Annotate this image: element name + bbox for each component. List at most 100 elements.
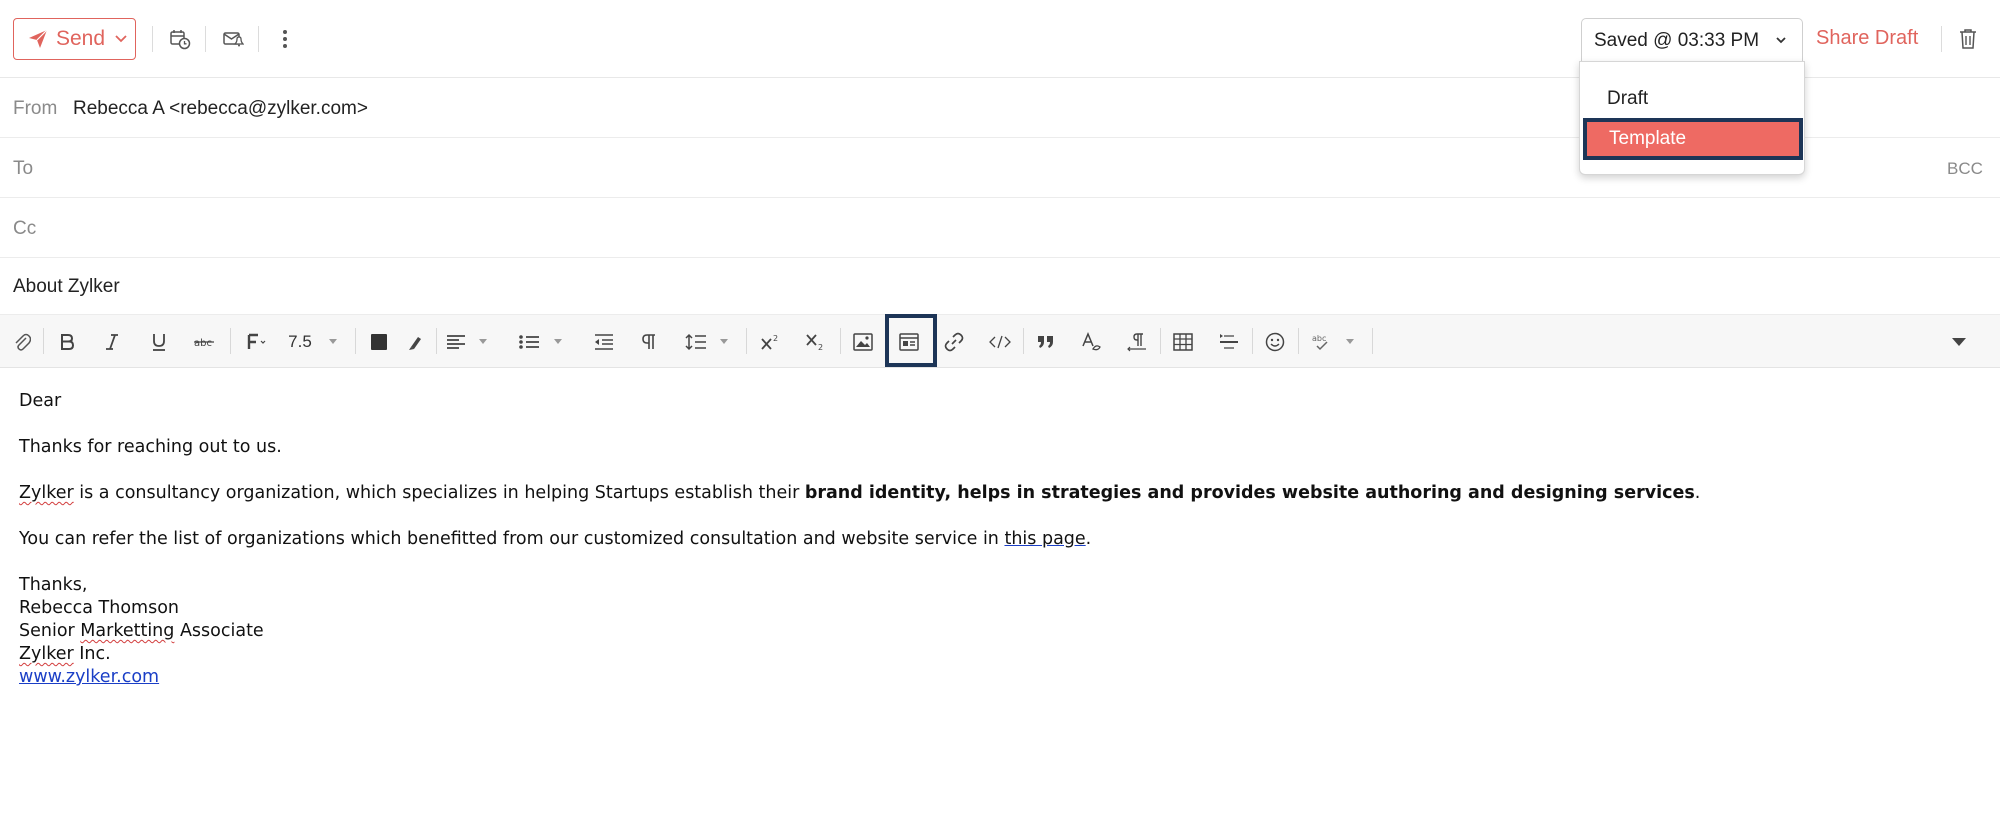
clear-formatting-icon[interactable] [1079, 328, 1105, 356]
format-toolbar: abc 7.5 2 2 abc [0, 315, 2000, 368]
send-icon [28, 29, 48, 49]
this-page-link[interactable]: this page [1004, 529, 1085, 549]
body-text: . [1694, 483, 1701, 503]
save-as-menu: Draft Template [1579, 61, 1805, 175]
chevron-down-icon [1346, 339, 1354, 344]
trash-icon[interactable] [1953, 24, 1983, 54]
toolbar-divider [1160, 328, 1161, 354]
font-family-icon[interactable] [243, 328, 269, 356]
paragraph-icon[interactable] [637, 328, 661, 356]
toolbar-divider [1941, 26, 1942, 52]
svg-text:2: 2 [773, 334, 778, 343]
insert-image-icon[interactable] [851, 328, 875, 356]
svg-text:2: 2 [818, 343, 823, 351]
signature-name: Rebecca Thomson [19, 598, 179, 618]
signature-website: www.zylker.com [19, 666, 1979, 689]
superscript-icon[interactable]: 2 [758, 328, 782, 356]
chevron-down-icon [554, 339, 562, 344]
toolbar-divider [258, 26, 259, 52]
underline-icon[interactable] [146, 328, 172, 356]
svg-text:abc: abc [1312, 334, 1326, 343]
signature-title: Senior Marketting Associate [19, 620, 1979, 643]
save-status-label: Saved @ 03:33 PM [1594, 30, 1760, 51]
subscript-icon[interactable]: 2 [803, 328, 827, 356]
menu-item-template[interactable]: Template [1583, 118, 1803, 160]
strikethrough-icon[interactable]: abc [190, 328, 218, 356]
spelling-flagged-word[interactable]: Zylker [19, 644, 74, 664]
attachment-icon[interactable] [9, 328, 35, 356]
from-field[interactable]: Rebecca A <rebecca@zylker.com> [73, 98, 368, 120]
toolbar-divider [746, 328, 747, 354]
toolbar-divider [840, 328, 841, 354]
cc-field[interactable]: Cc [0, 198, 2000, 258]
body-paragraph: Thanks for reaching out to us. [19, 437, 282, 457]
more-options-icon[interactable] [270, 24, 300, 54]
svg-text:abc: abc [194, 338, 212, 349]
emoji-icon[interactable] [1262, 328, 1288, 356]
spelling-flagged-word[interactable]: Zylker [19, 483, 74, 503]
align-left-icon[interactable] [443, 328, 469, 356]
line-spacing-icon[interactable] [683, 328, 709, 356]
menu-item-label: Draft [1607, 88, 1649, 109]
code-icon[interactable] [987, 328, 1013, 356]
send-label: Send [56, 27, 106, 50]
body-text: Senior [19, 621, 81, 641]
chevron-down-icon[interactable] [115, 35, 127, 43]
subject-text: About Zylker [13, 276, 120, 297]
blockquote-icon[interactable] [1034, 328, 1058, 356]
cc-label: Cc [13, 218, 37, 239]
follow-up-reminder-icon[interactable] [218, 24, 248, 54]
toolbar-divider [43, 328, 44, 354]
chevron-down-icon [1774, 33, 1788, 47]
chevron-down-icon [720, 339, 728, 344]
menu-item-label: Template [1609, 128, 1687, 149]
font-size-select[interactable]: 7.5 [285, 328, 315, 356]
insert-template-icon[interactable] [896, 328, 922, 356]
signature-company: Zylker Inc. [19, 643, 1979, 666]
toolbar-divider [205, 26, 206, 52]
toolbar-divider [1023, 328, 1024, 354]
greeting: Dear [19, 391, 62, 411]
toolbar-divider [1372, 328, 1373, 354]
menu-item-draft[interactable]: Draft [1580, 80, 1806, 118]
italic-icon[interactable] [99, 328, 125, 356]
to-label: To [13, 158, 34, 179]
website-link[interactable]: www.zylker.com [19, 667, 159, 687]
bold-icon[interactable] [54, 328, 80, 356]
body-text: Associate [174, 621, 264, 641]
body-text: . [1085, 529, 1092, 549]
body-paragraph: You can refer the list of organizations … [19, 528, 1979, 551]
highlight-color-icon[interactable] [404, 328, 428, 356]
subject-field[interactable]: About Zylker [0, 258, 2000, 315]
chevron-down-icon [329, 339, 337, 344]
decrease-indent-icon[interactable] [591, 328, 617, 356]
body-text: Inc. [73, 644, 111, 664]
insert-table-icon[interactable] [1170, 328, 1196, 356]
bold-text: brand identity, helps in strategies and … [804, 483, 1695, 503]
from-label: From [13, 98, 58, 119]
horizontal-line-icon[interactable] [1216, 328, 1242, 356]
body-text: is a consultancy organization, which spe… [73, 483, 805, 503]
share-draft-button[interactable]: Share Draft [1816, 27, 1918, 50]
toolbar-divider [436, 328, 437, 354]
toolbar-divider [1298, 328, 1299, 354]
send-button[interactable]: Send [13, 18, 136, 60]
chevron-down-icon [479, 339, 487, 344]
body-paragraph: Zylker is a consultancy organization, wh… [19, 482, 1979, 505]
toolbar-divider [1252, 328, 1253, 354]
toolbar-divider [230, 328, 231, 354]
body-text: You can refer the list of organizations … [19, 529, 1005, 549]
bcc-button[interactable]: BCC [1947, 159, 1983, 179]
expand-toolbar-icon[interactable] [1947, 328, 1971, 356]
sign-off: Thanks, [19, 575, 88, 595]
text-color-icon[interactable] [366, 328, 392, 356]
save-status-dropdown[interactable]: Saved @ 03:33 PM [1581, 18, 1803, 63]
text-direction-icon[interactable] [1124, 328, 1150, 356]
schedule-send-icon[interactable] [165, 24, 195, 54]
bullet-list-icon[interactable] [516, 328, 542, 356]
toolbar-divider [152, 26, 153, 52]
message-body-editor[interactable]: Dear Thanks for reaching out to us. Zylk… [19, 390, 1979, 689]
spelling-flagged-word[interactable]: Marketting [80, 621, 174, 641]
spell-check-icon[interactable]: abc [1309, 328, 1335, 356]
insert-link-icon[interactable] [942, 328, 966, 356]
